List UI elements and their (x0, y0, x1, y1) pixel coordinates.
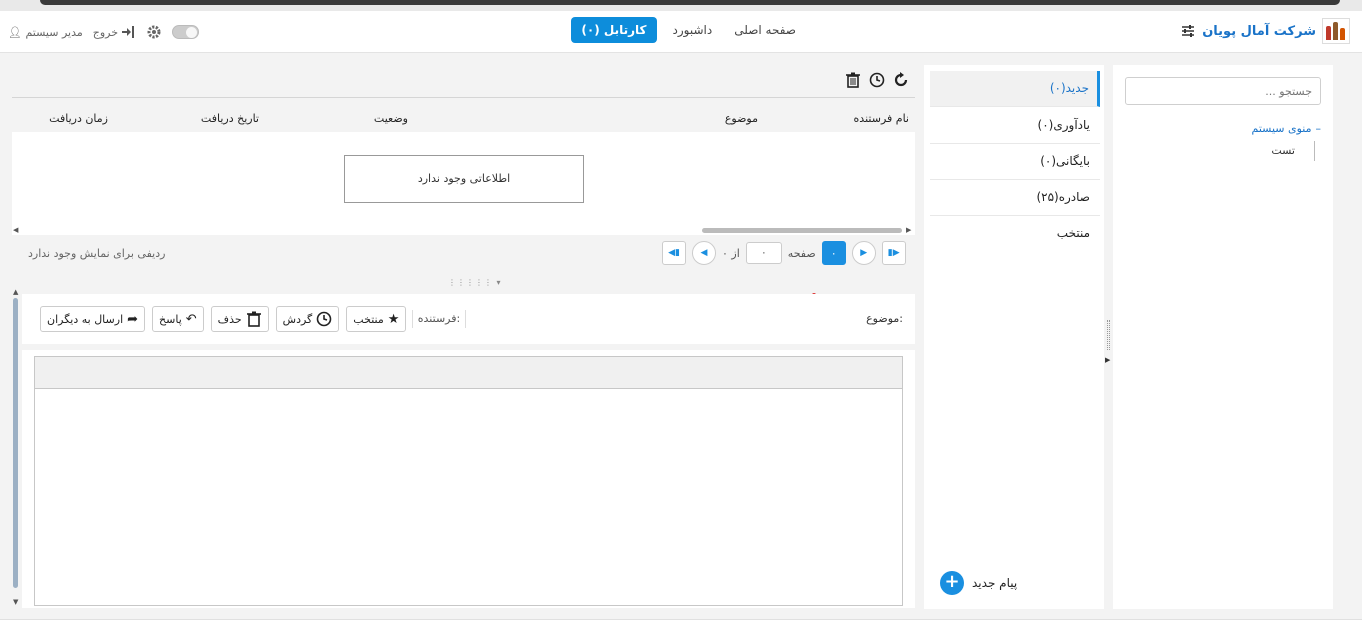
top-navbar: شرکت آمال پویان صفحه اصلی داشبورد کارتاب… (0, 11, 1362, 53)
tree-child-item[interactable]: تست (1271, 144, 1295, 157)
main-menu: صفحه اصلی داشبورد کارتابل (۰) (571, 17, 802, 43)
page-of-label: از ۰ (722, 246, 740, 260)
browser-top-strip (0, 0, 1362, 11)
collapse-icon: – (1315, 122, 1322, 135)
page-label: صفحه (787, 246, 816, 260)
scroll-left-arrow[interactable]: ◀ (13, 226, 18, 234)
settings-sliders-icon[interactable] (1180, 23, 1196, 39)
subject-label: موضوع: (866, 312, 903, 325)
message-detail-header: موضوع: فرستنده: ➦ ارسال به دیگران ↶ پاسخ… (22, 294, 915, 344)
scroll-down-arrow[interactable]: ▼ (13, 598, 18, 606)
favorite-button[interactable]: ★ منتخب (346, 306, 407, 332)
page-input[interactable]: ۰ (745, 242, 782, 264)
horizontal-scrollbar[interactable] (702, 228, 902, 233)
user-bar: 👤︎ مدیر سیستم خروج (8, 24, 200, 40)
tree-panel: – منوی سیستم تست (1113, 65, 1333, 609)
panel-splitter[interactable]: ▶ (1105, 320, 1111, 364)
empty-message: اطلاعاتی وجود ندارد (344, 155, 584, 203)
tree-connector (1314, 141, 1315, 161)
reply-button[interactable]: ↶ پاسخ (152, 306, 204, 332)
col-subject[interactable]: موضوع (725, 112, 758, 125)
last-page-button[interactable]: ▮◀ (662, 241, 686, 265)
message-actions: ➦ ارسال به دیگران ↶ پاسخ حذف گردش ★ منتخ… (40, 306, 407, 332)
delete-button[interactable]: حذف (210, 306, 269, 332)
gear-icon[interactable] (146, 24, 162, 40)
toolbar-divider (12, 97, 915, 98)
trash-icon[interactable] (845, 72, 861, 88)
clock-icon (316, 311, 332, 327)
new-message-button[interactable]: پیام جدید + (940, 571, 1017, 595)
table-header: نام فرستنده موضوع وضعیت تاریخ دریافت زما… (12, 108, 915, 130)
folder-new[interactable]: جدید(۰) (930, 71, 1100, 107)
nav-cartable[interactable]: کارتابل (۰) (571, 17, 657, 43)
vertical-scrollbar[interactable]: ▲ ▼ (13, 288, 19, 610)
company-logo (1322, 18, 1350, 44)
col-receive-time[interactable]: زمان دریافت (49, 112, 108, 125)
logout-button[interactable]: خروج (93, 24, 136, 40)
clock-icon[interactable] (869, 72, 885, 88)
scroll-up-arrow[interactable]: ▲ (13, 288, 18, 296)
list-toolbar (845, 72, 909, 88)
brand-name: شرکت آمال پویان (1202, 23, 1316, 39)
folder-favorites[interactable]: منتخب (930, 216, 1100, 252)
prev-page-button[interactable]: ◀ (692, 241, 716, 265)
folder-sent[interactable]: صادره(۲۵) (930, 180, 1100, 216)
next-page-button[interactable]: ▶ (851, 241, 876, 265)
logout-icon (122, 26, 135, 38)
theme-toggle[interactable] (172, 25, 200, 39)
folder-panel: جدید(۰) یادآوری(۰) بایگانی(۰) صادره(۲۵) … (924, 65, 1104, 609)
folder-archive[interactable]: بایگانی(۰) (930, 144, 1100, 180)
bottom-status-bar (0, 619, 1362, 629)
refresh-icon[interactable] (893, 72, 909, 88)
search-input[interactable] (1125, 77, 1321, 105)
folder-reminder[interactable]: یادآوری(۰) (930, 108, 1100, 144)
reply-icon: ↶ (185, 311, 197, 327)
col-receive-date[interactable]: تاریخ دریافت (201, 112, 259, 125)
sender-label: فرستنده: (412, 310, 466, 328)
pager: ▶▮ ▶ ۰ صفحه ۰ از ۰ ◀ ▮◀ (662, 241, 906, 265)
messages-grid: اطلاعاتی وجود ندارد ◀ ▶ (12, 132, 915, 235)
route-button[interactable]: گردش (275, 306, 340, 332)
message-body-header-bar (35, 357, 902, 389)
no-rows-text: ردیفی برای نمایش وجود ندارد (28, 247, 166, 260)
first-page-button[interactable]: ▶▮ (881, 241, 906, 265)
share-icon: ➦ (127, 311, 139, 327)
plus-icon: + (940, 571, 964, 595)
col-sender[interactable]: نام فرستنده (854, 112, 909, 125)
forward-button[interactable]: ➦ ارسال به دیگران (40, 306, 146, 332)
star-icon: ★ (387, 311, 400, 327)
expand-arrow-icon: ▶ (1105, 356, 1111, 364)
user-name[interactable]: 👤︎ مدیر سیستم (8, 26, 83, 39)
message-body-area (22, 350, 915, 608)
current-page-button[interactable]: ۰ (821, 241, 846, 265)
tree-root-item[interactable]: – منوی سیستم (1252, 122, 1322, 135)
trash-icon (246, 311, 261, 327)
nav-home[interactable]: صفحه اصلی (728, 17, 802, 43)
scroll-right-arrow[interactable]: ▶ (906, 226, 911, 234)
nav-dashboard[interactable]: داشبورد (667, 17, 719, 43)
pane-resizer[interactable]: ⋮⋮⋮⋮⋮ ▾ (448, 278, 502, 287)
message-body-frame[interactable] (34, 356, 903, 606)
col-status[interactable]: وضعیت (374, 112, 408, 125)
brand[interactable]: شرکت آمال پویان (1180, 16, 1350, 46)
